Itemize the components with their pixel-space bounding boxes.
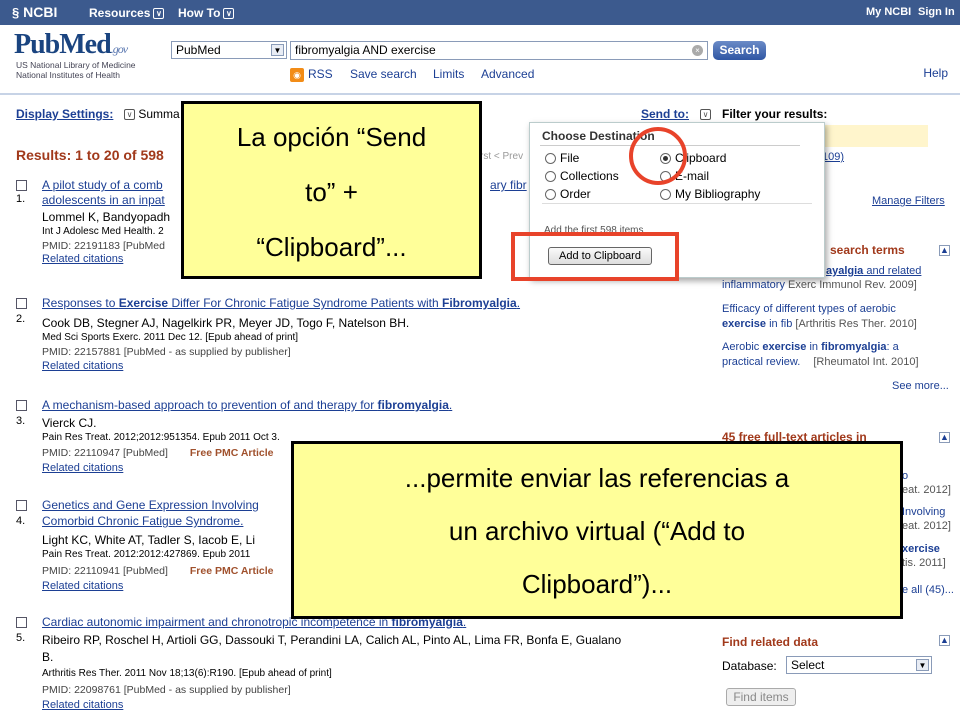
related-search-3[interactable]: Aerobic exercise in fibromyalgia: a (722, 341, 899, 353)
ncbi-topbar: § NCBI Resources ∨ How To ∨ My NCBI Sign I… (0, 0, 960, 25)
collapse-icon[interactable]: ▲ (939, 245, 950, 256)
results-count: Results: 1 to 20 of 598 (16, 147, 164, 163)
chevron-down-icon: ∨ (124, 109, 135, 121)
add-button-highlight-box (511, 232, 679, 281)
list-item: 2. Responses to Exercise Differ For Chro… (16, 296, 521, 372)
related-citations-link[interactable]: Related citations (42, 253, 123, 265)
related-citations-link[interactable]: Related citations (42, 699, 123, 711)
free-pmc-link[interactable]: Free PMC Article (190, 565, 274, 577)
dest-order-radio[interactable]: Order (545, 187, 591, 201)
manage-filters-link[interactable]: Manage Filters (872, 195, 945, 207)
clear-icon[interactable]: × (692, 45, 703, 56)
clipboard-highlight-circle (629, 127, 687, 185)
search-button[interactable]: Search (713, 41, 766, 60)
radio-icon (545, 189, 556, 201)
search-input[interactable]: fibromyalgia AND exercise × (290, 41, 708, 60)
signin-link[interactable]: Sign In (918, 6, 955, 18)
dest-file-radio[interactable]: File (545, 151, 579, 165)
related-citations-link[interactable]: Related citations (42, 580, 123, 592)
dest-collections-radio[interactable]: Collections (545, 169, 619, 183)
result-checkbox[interactable] (16, 400, 27, 411)
result-checkbox[interactable] (16, 617, 27, 628)
pager[interactable]: rst < Prev (480, 151, 523, 162)
related-data-panel: Find related data ▲ Database: Select ▼ Fi… (722, 635, 950, 706)
related-citations-link[interactable]: Related citations (42, 462, 123, 474)
database-related-select[interactable]: Select ▼ (786, 656, 932, 674)
related-citations-link[interactable]: Related citations (42, 360, 123, 372)
result-title[interactable]: Responses to Exercise Differ For Chronic… (42, 296, 520, 310)
pubmed-logo[interactable]: PubMed.gov (14, 29, 128, 61)
dest-bibliography-radio[interactable]: My Bibliography (660, 187, 760, 201)
display-settings-link[interactable]: Display Settings: (16, 107, 113, 121)
result-checkbox[interactable] (16, 298, 27, 309)
result-title[interactable]: A mechanism-based approach to prevention… (42, 398, 452, 412)
search-header: PubMed.gov US National Library of Medici… (0, 25, 960, 93)
help-link[interactable]: Help (923, 66, 948, 80)
rss-icon: ◉ (290, 67, 304, 82)
myncbi-link[interactable]: My NCBI (866, 6, 911, 18)
result-title[interactable]: Genetics and Gene Expression Involving (42, 498, 259, 512)
related-search-2[interactable]: Efficacy of different types of aerobic (722, 303, 896, 315)
callout-add-clipboard: ...permite enviar las referencias a un a… (291, 441, 903, 619)
ncbi-logo-icon: § (12, 5, 20, 20)
radio-icon (545, 153, 556, 165)
collapse-icon[interactable]: ▲ (939, 432, 950, 443)
result-title-line2[interactable]: Comorbid Chronic Fatigue Syndrome. (42, 514, 243, 528)
filter-count-link[interactable]: 109) (822, 151, 844, 163)
chevron-down-icon: ∨ (223, 8, 235, 20)
filter-panel: Filter your results: 109) Manage Filters (722, 107, 960, 207)
save-search-link[interactable]: Save search (350, 67, 417, 81)
send-to-dropdown[interactable]: ∨ (697, 107, 711, 121)
result-title-line2[interactable]: adolescents in an inpat (42, 193, 165, 207)
radio-icon (545, 171, 556, 183)
howto-menu[interactable]: How To ∨ (178, 6, 235, 20)
nlm-caption: US National Library of Medicine National… (16, 60, 136, 80)
resources-menu[interactable]: Resources ∨ (89, 6, 165, 20)
free-pmc-link[interactable]: Free PMC Article (190, 447, 274, 459)
advanced-link[interactable]: Advanced (481, 67, 534, 81)
collapse-icon[interactable]: ▲ (939, 635, 950, 646)
see-all-link[interactable]: e all (45)... (902, 584, 954, 596)
search-terms-head: search terms (830, 243, 905, 257)
related-data-head: Find related data (722, 635, 819, 649)
send-to-link[interactable]: Send to: (641, 107, 689, 121)
header-divider (0, 93, 960, 95)
ncbi-logo[interactable]: § NCBI (12, 4, 57, 20)
chevron-down-icon: ∨ (153, 8, 165, 20)
see-more-link[interactable]: See more... (892, 380, 949, 392)
filter-title: Filter your results: (722, 107, 828, 121)
database-select[interactable]: PubMed ▼ (171, 41, 287, 59)
find-items-button[interactable]: Find items (726, 688, 796, 706)
chevron-down-icon: ∨ (700, 109, 711, 121)
chevron-down-icon: ▼ (916, 659, 929, 671)
result-title-tail[interactable]: ary fibr (490, 178, 527, 192)
display-settings-dropdown[interactable]: ∨ Summa (121, 107, 180, 121)
result-title[interactable]: A pilot study of a comb (42, 178, 163, 192)
list-item: 5. Cardiac autonomic impairment and chro… (16, 615, 622, 711)
radio-icon (660, 189, 671, 201)
callout-send-to: La opción “Send to” + “Clipboard”... (181, 101, 482, 279)
result-checkbox[interactable] (16, 500, 27, 511)
rss-link[interactable]: ◉ RSS (290, 67, 333, 82)
result-checkbox[interactable] (16, 180, 27, 191)
chevron-down-icon: ▼ (271, 44, 284, 56)
limits-link[interactable]: Limits (433, 67, 464, 81)
